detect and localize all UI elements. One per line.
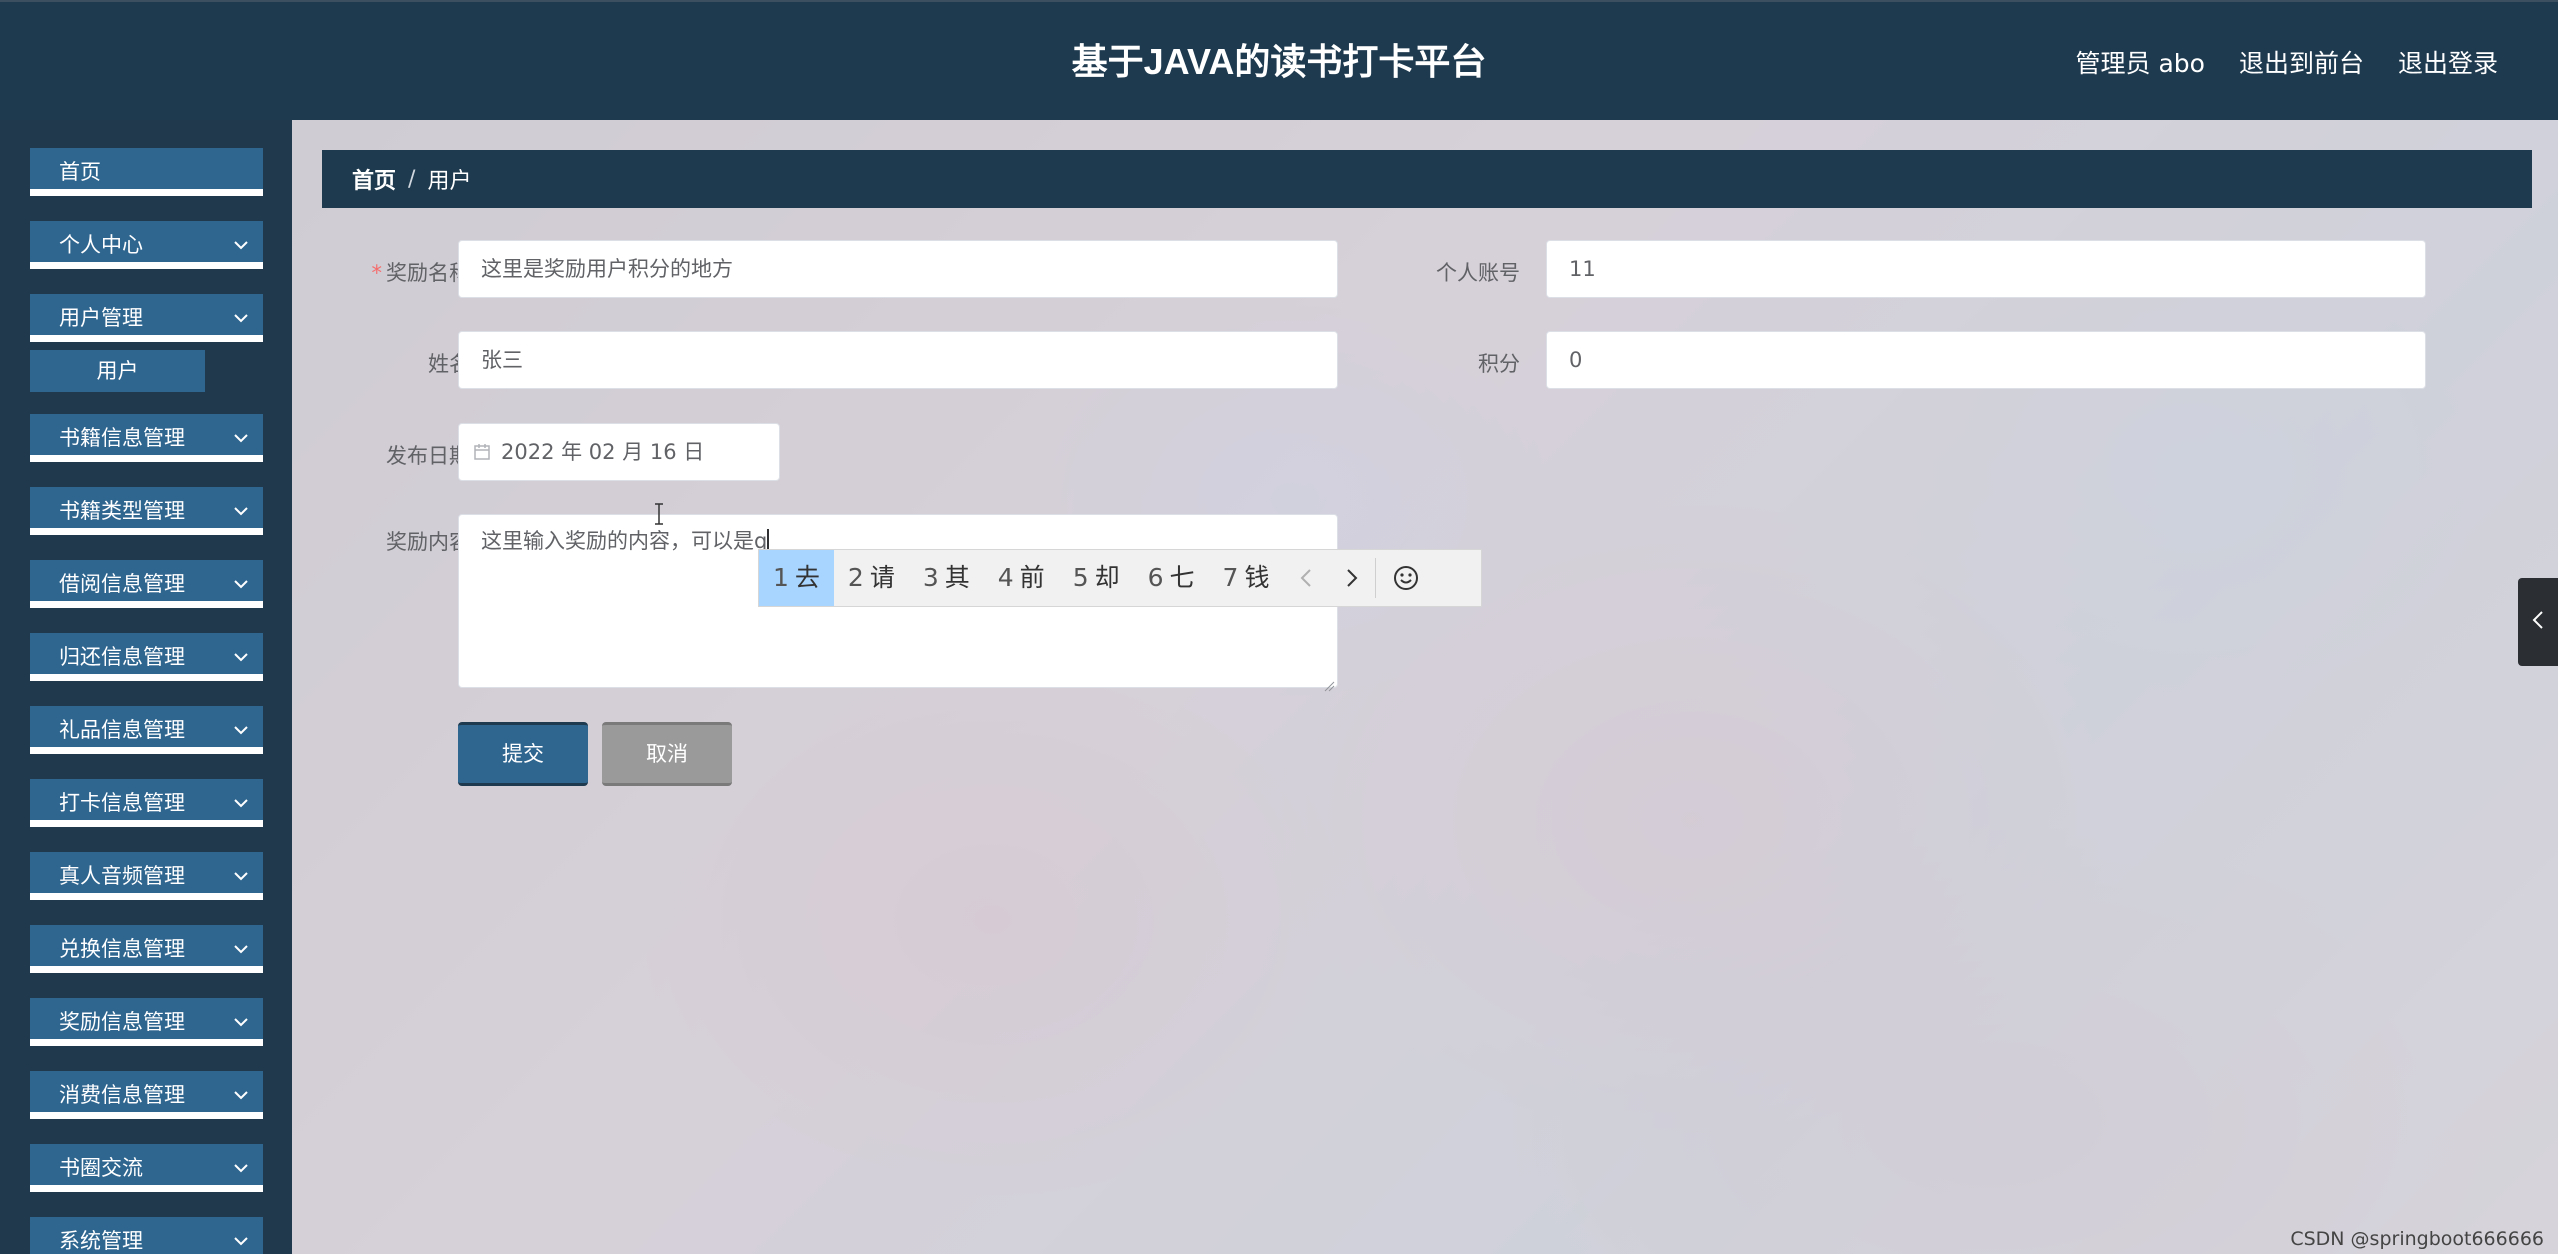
- sidebar-item-label: 书籍信息管理: [59, 426, 185, 450]
- text-cursor-icon: [653, 503, 665, 525]
- ime-candidate[interactable]: 6七: [1134, 550, 1209, 606]
- reward-name-label: * 奖励名称: [322, 257, 471, 287]
- publish-date-value: 2022 年 02 月 16 日: [501, 440, 705, 464]
- chevron-down-icon: [233, 779, 249, 827]
- publish-date-picker[interactable]: 2022 年 02 月 16 日: [458, 423, 780, 481]
- breadcrumb: 首页 / 用户: [322, 150, 2532, 208]
- points-input[interactable]: 0: [1546, 331, 2426, 389]
- sidebar-item-label: 奖励信息管理: [59, 1010, 185, 1034]
- sidebar-item-consume-info[interactable]: 消费信息管理: [30, 1071, 263, 1119]
- main-content: 首页 / 用户 * 奖励名称 这里是奖励用户积分的地方 个人账号 11 姓名 张三…: [292, 120, 2558, 1254]
- chevron-down-icon: [233, 852, 249, 900]
- chevron-down-icon: [233, 633, 249, 681]
- name-label: 姓名: [428, 352, 470, 376]
- resize-grip-icon[interactable]: [1323, 673, 1335, 692]
- chevron-down-icon: [233, 1144, 249, 1192]
- logout-link[interactable]: 退出登录: [2398, 44, 2498, 80]
- sidebar-item-label: 用户管理: [59, 306, 143, 330]
- ime-next-page-icon[interactable]: [1329, 550, 1375, 606]
- sidebar-item-reward-info[interactable]: 奖励信息管理: [30, 998, 263, 1046]
- sidebar-item-label: 归还信息管理: [59, 645, 185, 669]
- calendar-icon: [473, 443, 491, 461]
- breadcrumb-home[interactable]: 首页: [352, 163, 396, 195]
- cancel-button[interactable]: 取消: [602, 722, 732, 786]
- ime-candidate[interactable]: 5却: [1059, 550, 1134, 606]
- ime-candidate[interactable]: 1去: [759, 550, 834, 606]
- breadcrumb-separator: /: [408, 166, 416, 192]
- sidebar-item-user-management[interactable]: 用户管理: [30, 294, 263, 342]
- sidebar-item-book-type[interactable]: 书籍类型管理: [30, 487, 263, 535]
- reward-content-text: 这里输入奖励的内容，可以是: [481, 529, 754, 553]
- sidebar-item-label: 真人音频管理: [59, 864, 185, 888]
- ime-candidate[interactable]: 3其: [909, 550, 984, 606]
- sidebar-item-audio[interactable]: 真人音频管理: [30, 852, 263, 900]
- points-label: 积分: [1478, 352, 1520, 376]
- collapse-panel-button[interactable]: [2518, 578, 2558, 666]
- sidebar-item-label: 打卡信息管理: [59, 791, 185, 815]
- sidebar-subitem-user[interactable]: 用户: [30, 350, 205, 392]
- chevron-left-icon: [2532, 610, 2544, 634]
- chevron-down-icon: [233, 1217, 249, 1254]
- sidebar-item-personal-center[interactable]: 个人中心: [30, 221, 263, 269]
- sidebar-item-label: 借阅信息管理: [59, 572, 185, 596]
- watermark: CSDN @springboot666666: [2290, 1228, 2544, 1250]
- account-label: 个人账号: [1436, 261, 1520, 285]
- account-input[interactable]: 11: [1546, 240, 2426, 298]
- chevron-down-icon: [233, 414, 249, 462]
- sidebar-item-label: 书籍类型管理: [59, 499, 185, 523]
- chevron-down-icon: [233, 487, 249, 535]
- sidebar-item-home[interactable]: 首页: [30, 148, 263, 196]
- admin-label: 管理员 abo: [2075, 49, 2205, 78]
- chevron-down-icon: [233, 294, 249, 342]
- breadcrumb-current: 用户: [427, 169, 472, 194]
- chevron-down-icon: [233, 925, 249, 973]
- ime-candidate[interactable]: 2请: [834, 550, 909, 606]
- sidebar-item-exchange-info[interactable]: 兑换信息管理: [30, 925, 263, 973]
- sidebar: 首页 个人中心 用户管理 用户 书籍信息管理 书籍类型管理 借阅信息管理 归还信…: [0, 120, 292, 1254]
- back-to-front-link[interactable]: 退出到前台: [2239, 44, 2364, 80]
- submit-button[interactable]: 提交: [458, 722, 588, 786]
- sidebar-item-label: 消费信息管理: [59, 1083, 185, 1107]
- reward-content-label: 奖励内容: [386, 530, 470, 554]
- sidebar-item-book-circle[interactable]: 书圈交流: [30, 1144, 263, 1192]
- sidebar-item-label: 礼品信息管理: [59, 718, 185, 742]
- ime-candidate[interactable]: 4前: [984, 550, 1059, 606]
- emoji-icon[interactable]: [1376, 550, 1436, 606]
- ime-candidate-bar: 1去 2请 3其 4前 5却 6七 7钱: [758, 549, 1482, 607]
- sidebar-item-label: 个人中心: [59, 233, 143, 257]
- sidebar-item-gift-info[interactable]: 礼品信息管理: [30, 706, 263, 754]
- publish-date-label: 发布日期: [386, 444, 470, 468]
- sidebar-item-checkin-info[interactable]: 打卡信息管理: [30, 779, 263, 827]
- reward-name-input[interactable]: 这里是奖励用户积分的地方: [458, 240, 1338, 298]
- top-links: 管理员 abo 退出到前台 退出登录: [2076, 2, 2498, 122]
- chevron-down-icon: [233, 560, 249, 608]
- sidebar-item-label: 系统管理: [59, 1229, 143, 1253]
- sidebar-item-book-info[interactable]: 书籍信息管理: [30, 414, 263, 462]
- sidebar-item-label: 首页: [59, 160, 101, 184]
- sidebar-item-return-info[interactable]: 归还信息管理: [30, 633, 263, 681]
- chevron-down-icon: [233, 706, 249, 754]
- chevron-down-icon: [233, 221, 249, 269]
- required-mark: *: [371, 261, 383, 285]
- chevron-down-icon: [233, 998, 249, 1046]
- top-bar: 基于JAVA的读书打卡平台 管理员 abo 退出到前台 退出登录: [0, 0, 2558, 120]
- ime-candidate[interactable]: 7钱: [1209, 550, 1284, 606]
- chevron-down-icon: [233, 1071, 249, 1119]
- ime-prev-page-icon[interactable]: [1283, 550, 1329, 606]
- sidebar-item-label: 兑换信息管理: [59, 937, 185, 961]
- sidebar-item-system[interactable]: 系统管理: [30, 1217, 263, 1254]
- sidebar-item-borrow-info[interactable]: 借阅信息管理: [30, 560, 263, 608]
- sidebar-item-label: 书圈交流: [59, 1156, 143, 1180]
- name-input[interactable]: 张三: [458, 331, 1338, 389]
